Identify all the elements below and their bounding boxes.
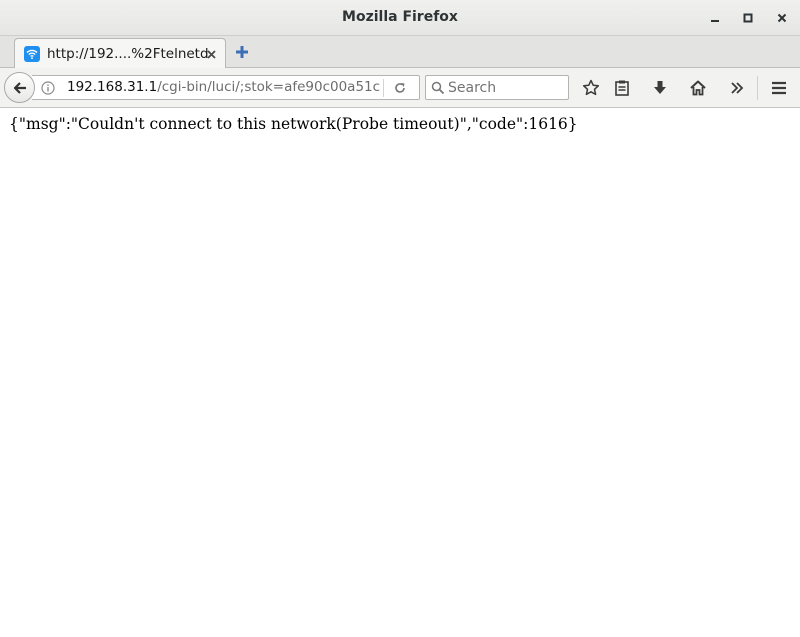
double-chevron-icon xyxy=(731,82,744,94)
minimize-button[interactable] xyxy=(705,8,725,28)
back-arrow-icon xyxy=(13,81,26,94)
title-bar: Mozilla Firefox xyxy=(0,0,800,36)
open-menu-button[interactable] xyxy=(769,78,789,98)
tab-active[interactable]: http://192....%2Ftelnetd xyxy=(14,38,226,68)
url-bar[interactable]: 192.168.31.1/cgi-bin/luci/;stok=afe90c00… xyxy=(32,75,420,100)
response-text: {"msg":"Couldn't connect to this network… xyxy=(9,115,578,133)
reload-icon[interactable] xyxy=(392,80,407,95)
page-content: {"msg":"Couldn't connect to this network… xyxy=(0,108,800,637)
close-window-button[interactable] xyxy=(772,8,792,28)
hamburger-menu-icon xyxy=(772,81,786,95)
new-tab-button[interactable] xyxy=(234,44,250,60)
close-tab-icon xyxy=(206,49,216,59)
reading-list-button[interactable] xyxy=(612,78,632,98)
downloads-button[interactable] xyxy=(650,78,670,98)
search-input[interactable] xyxy=(448,77,564,98)
search-bar[interactable] xyxy=(425,75,569,100)
wifi-icon xyxy=(24,46,40,62)
maximize-icon xyxy=(743,13,753,23)
bookmark-star-button[interactable] xyxy=(581,78,601,98)
info-icon[interactable] xyxy=(40,80,55,95)
url-host: 192.168.31.1 xyxy=(67,79,158,95)
clipboard-icon xyxy=(615,80,629,96)
minimize-icon xyxy=(711,20,719,22)
download-arrow-icon xyxy=(654,81,666,94)
home-icon xyxy=(690,80,706,96)
star-icon xyxy=(582,79,600,96)
browser-window: Mozilla Firefox http://192....%2Ftelnetd xyxy=(0,0,800,637)
window-title: Mozilla Firefox xyxy=(342,9,458,25)
url-path: /cgi-bin/luci/;stok=afe90c00a51c xyxy=(157,79,381,95)
maximize-button[interactable] xyxy=(738,8,758,28)
plus-icon xyxy=(236,46,248,58)
back-button[interactable] xyxy=(4,72,35,103)
close-icon xyxy=(777,13,787,23)
url-text[interactable]: 192.168.31.1/cgi-bin/luci/;stok=afe90c00… xyxy=(67,79,392,95)
tab-close-button[interactable] xyxy=(203,46,219,62)
tab-strip: http://192....%2Ftelnetd xyxy=(0,36,800,68)
home-button[interactable] xyxy=(688,78,708,98)
overflow-chevron-button[interactable] xyxy=(727,78,747,98)
tab-label: http://192....%2Ftelnetd xyxy=(47,46,209,62)
toolbar-separator xyxy=(757,76,758,100)
url-separator xyxy=(383,79,384,97)
search-icon xyxy=(430,80,445,95)
navigation-toolbar: 192.168.31.1/cgi-bin/luci/;stok=afe90c00… xyxy=(0,68,800,108)
